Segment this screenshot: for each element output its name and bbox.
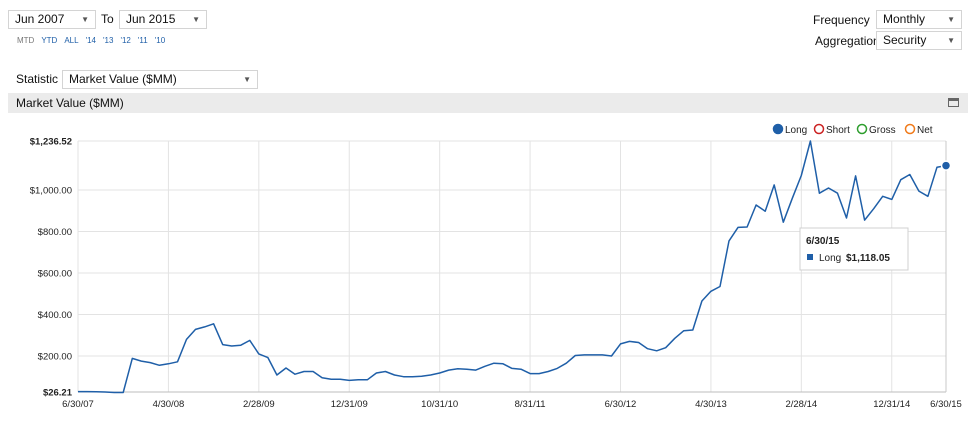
- x-tick-label: 2/28/14: [785, 399, 817, 410]
- legend-marker-long[interactable]: [772, 123, 784, 135]
- legend-label-net: Net: [917, 125, 933, 136]
- legend-marker-short[interactable]: [813, 123, 825, 135]
- x-tick-label: 2/28/09: [243, 399, 275, 410]
- tooltip-series-name: Long: [819, 253, 841, 264]
- y-tick-label: $600.00: [38, 269, 72, 280]
- x-tick-label: 10/31/10: [421, 399, 458, 410]
- x-tick-label: 12/31/09: [331, 399, 368, 410]
- legend-marker-gross[interactable]: [856, 123, 868, 135]
- y-tick-label: $400.00: [38, 310, 72, 321]
- tooltip-value: $1,118.05: [846, 253, 890, 264]
- y-tick-label: $800.00: [38, 227, 72, 238]
- market-value-chart: $26.21 $200.00 $400.00 $600.00 $800.00 $1,000…: [30, 123, 962, 410]
- legend-label-long: Long: [785, 125, 807, 136]
- x-tick-label: 6/30/12: [605, 399, 637, 410]
- legend-label-gross: Gross: [869, 125, 896, 136]
- legend-label-short: Short: [826, 125, 850, 136]
- y-tick-label: $1,000.00: [30, 186, 72, 197]
- x-tick-label: 12/31/14: [873, 399, 910, 410]
- data-point-marker[interactable]: [940, 160, 952, 171]
- tooltip-series-swatch: [807, 254, 813, 260]
- legend-marker-net[interactable]: [904, 123, 916, 135]
- x-tick-label: 8/31/11: [515, 399, 546, 410]
- x-tick-label: 4/30/13: [695, 399, 727, 410]
- x-tick-label: 4/30/08: [153, 399, 185, 410]
- y-tick-label: $200.00: [38, 351, 72, 362]
- y-tick-label: $1,236.52: [30, 137, 72, 148]
- x-tick-label: 6/30/15: [930, 399, 962, 410]
- tooltip-date: 6/30/15: [806, 236, 840, 247]
- y-tick-label: $26.21: [43, 388, 73, 399]
- x-tick-label: 6/30/07: [62, 399, 94, 410]
